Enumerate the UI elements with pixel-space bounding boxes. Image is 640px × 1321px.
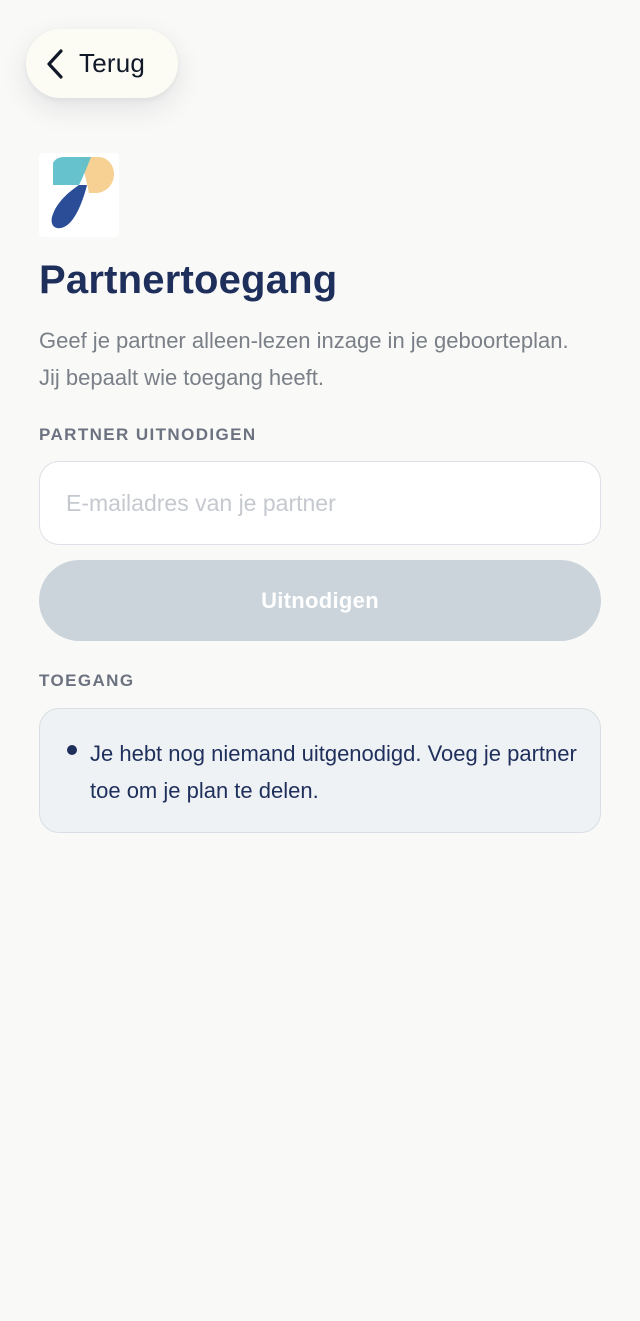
back-button-label: Terug (79, 48, 146, 78)
access-section-label: TOEGANG (39, 671, 135, 690)
access-empty-message: Je hebt nog niemand uitgenodigd. Voeg je… (90, 741, 577, 803)
back-button[interactable]: Terug (26, 29, 178, 98)
bullet-dot-icon (67, 745, 77, 755)
page-subtitle: Geef je partner alleen-lezen inzage in j… (39, 328, 569, 390)
page-title: Partnertoegang (39, 258, 338, 302)
invite-section-label: PARTNER UITNODIGEN (39, 425, 257, 444)
access-list-card: Je hebt nog niemand uitgenodigd. Voeg je… (39, 708, 601, 833)
invite-button[interactable]: Uitnodigen (39, 560, 601, 641)
logo-icon (51, 157, 114, 229)
partner-email-input[interactable] (39, 461, 601, 545)
app-logo (39, 153, 119, 237)
chevron-left-icon (47, 48, 63, 79)
